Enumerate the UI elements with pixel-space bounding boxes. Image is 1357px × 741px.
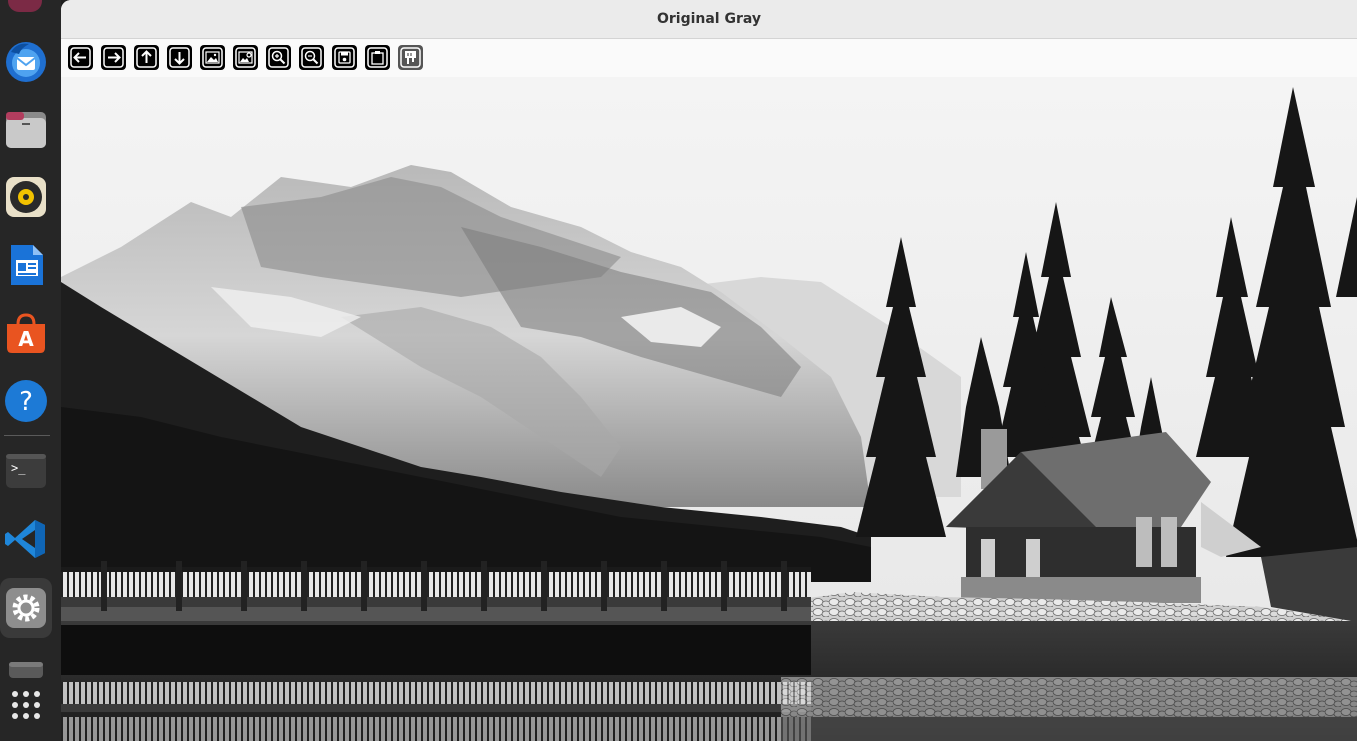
thunderbird-icon[interactable] bbox=[3, 38, 49, 84]
vscode-icon[interactable] bbox=[3, 516, 49, 562]
dock-partial-icon[interactable] bbox=[8, 0, 42, 12]
zoom-in-button[interactable] bbox=[266, 45, 291, 70]
image-settings-icon bbox=[235, 47, 256, 68]
back-button[interactable] bbox=[68, 45, 93, 70]
properties-button[interactable] bbox=[398, 45, 423, 70]
arrow-up-icon bbox=[136, 47, 157, 68]
svg-text:A: A bbox=[18, 327, 34, 351]
image-button[interactable] bbox=[200, 45, 225, 70]
image-canvas[interactable] bbox=[61, 77, 1357, 741]
title-bar[interactable]: Original Gray bbox=[61, 0, 1357, 39]
window-title: Original Gray bbox=[656, 11, 762, 27]
arrow-down-icon bbox=[169, 47, 190, 68]
save-button[interactable] bbox=[332, 45, 357, 70]
zoom-out-button[interactable] bbox=[299, 45, 324, 70]
help-icon[interactable]: ? bbox=[3, 378, 49, 424]
up-button[interactable] bbox=[134, 45, 159, 70]
zoom-in-icon bbox=[268, 47, 289, 68]
writer-icon[interactable] bbox=[3, 242, 49, 288]
toolbar bbox=[61, 39, 1357, 77]
terminal-icon[interactable]: >_ bbox=[3, 448, 49, 494]
rhythmbox-icon[interactable] bbox=[3, 174, 49, 220]
arrow-left-icon bbox=[70, 47, 91, 68]
arrow-right-icon bbox=[103, 47, 124, 68]
files-icon[interactable] bbox=[3, 106, 49, 152]
app-center-icon[interactable]: A bbox=[3, 310, 49, 356]
dock: A ? >_ bbox=[0, 0, 61, 741]
properties-icon bbox=[400, 47, 421, 68]
landscape-photo bbox=[61, 77, 1357, 741]
down-button[interactable] bbox=[167, 45, 192, 70]
forward-button[interactable] bbox=[101, 45, 126, 70]
image-viewer-window: Original Gray bbox=[61, 0, 1357, 741]
bridge bbox=[61, 561, 811, 621]
image-settings-button[interactable] bbox=[233, 45, 258, 70]
dock-separator bbox=[4, 435, 50, 436]
clipboard-button[interactable] bbox=[365, 45, 390, 70]
svg-text:?: ? bbox=[19, 387, 33, 417]
image-icon bbox=[202, 47, 223, 68]
save-icon bbox=[334, 47, 355, 68]
settings-icon[interactable] bbox=[0, 578, 52, 638]
clipboard-icon bbox=[367, 47, 388, 68]
app-grid-icon[interactable] bbox=[3, 682, 49, 728]
zoom-out-icon bbox=[301, 47, 322, 68]
svg-text:>_: >_ bbox=[11, 461, 26, 475]
